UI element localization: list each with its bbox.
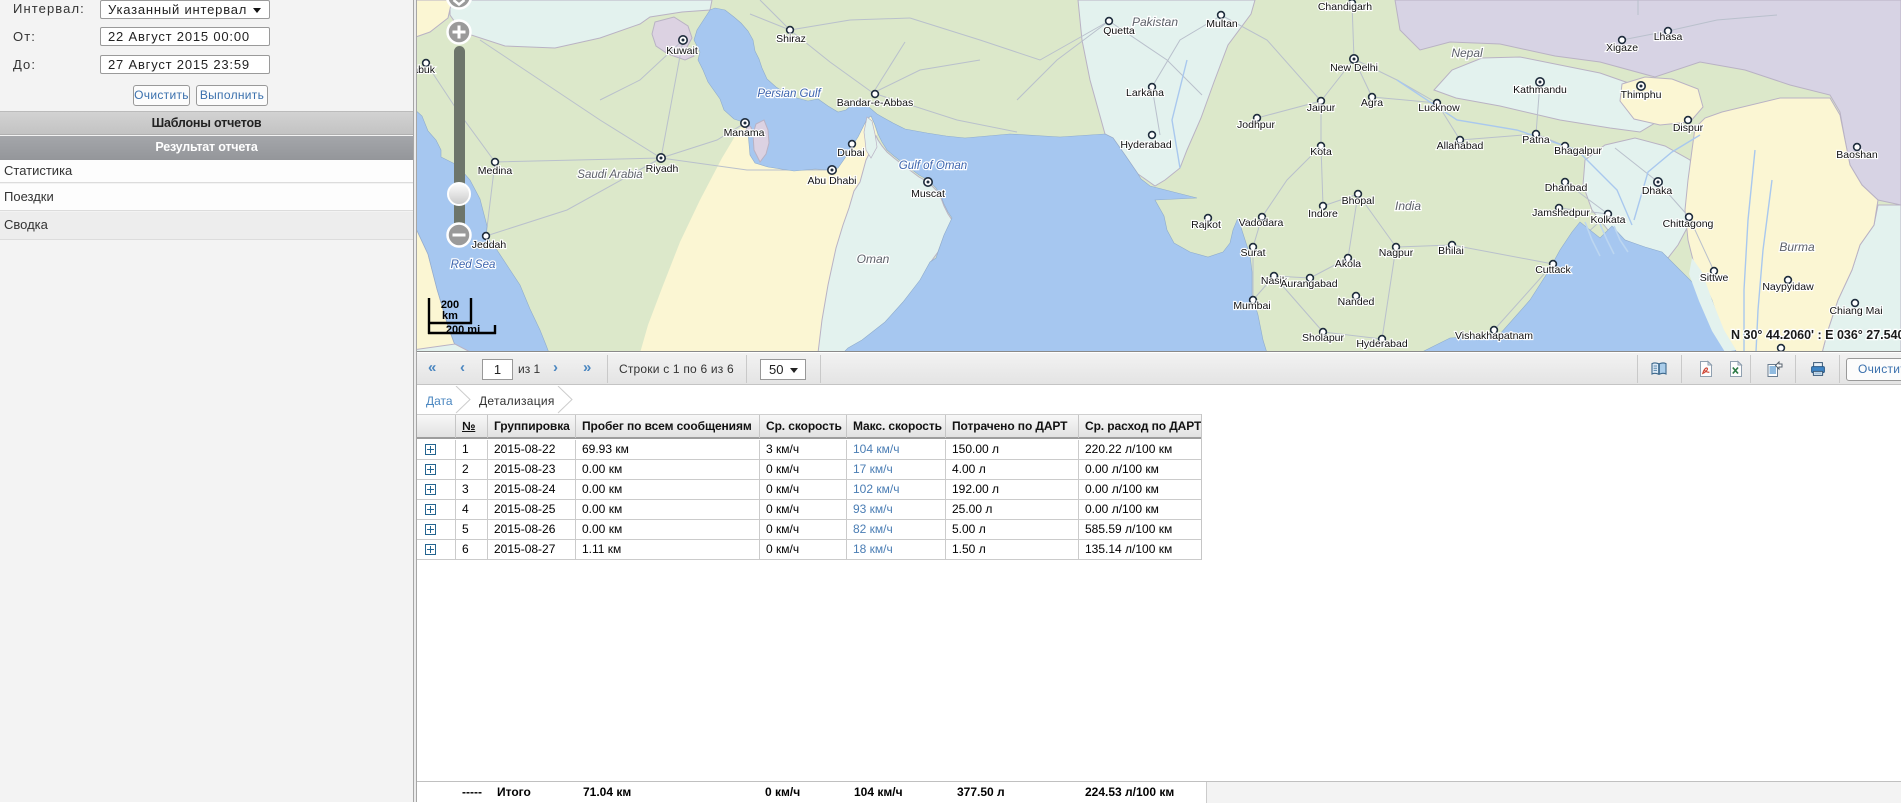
svg-text:Burma: Burma <box>1779 240 1815 254</box>
svg-text:Saudi Arabia: Saudi Arabia <box>577 169 642 181</box>
svg-text:Agra: Agra <box>1361 97 1383 109</box>
svg-text:Gulf of Oman: Gulf of Oman <box>899 160 967 172</box>
svg-text:Naypyidaw: Naypyidaw <box>1762 281 1814 293</box>
svg-text:N 30° 44.2060' : E 036° 27.540: N 30° 44.2060' : E 036° 27.540 <box>1731 328 1901 342</box>
svg-text:Mumbai: Mumbai <box>1233 300 1270 312</box>
svg-text:Patna: Patna <box>1522 134 1550 146</box>
svg-text:Jeddah: Jeddah <box>472 239 507 251</box>
svg-text:Sholapur: Sholapur <box>1302 332 1345 344</box>
svg-text:Dhanbad: Dhanbad <box>1545 182 1588 194</box>
svg-text:Multan: Multan <box>1206 18 1238 30</box>
svg-text:Dhaka: Dhaka <box>1642 185 1673 197</box>
svg-text:Cuttack: Cuttack <box>1535 264 1571 276</box>
svg-text:Abu Dhabi: Abu Dhabi <box>807 175 856 187</box>
svg-text:Tabuk: Tabuk <box>417 64 436 76</box>
svg-text:Nepal: Nepal <box>1451 46 1483 60</box>
svg-text:Bhilai: Bhilai <box>1438 245 1464 257</box>
svg-text:Jaipur: Jaipur <box>1307 102 1336 114</box>
svg-text:Rajkot: Rajkot <box>1191 219 1221 231</box>
svg-text:Hyderabad: Hyderabad <box>1120 139 1172 151</box>
svg-text:Bandar-e-Abbas: Bandar-e-Abbas <box>837 97 913 109</box>
svg-text:Kuwait: Kuwait <box>666 45 698 57</box>
svg-text:Dispur: Dispur <box>1673 122 1704 134</box>
svg-text:Vishakhapatnam: Vishakhapatnam <box>1455 330 1533 342</box>
svg-text:Allahabad: Allahabad <box>1437 140 1484 152</box>
svg-text:Thimphu: Thimphu <box>1621 89 1662 101</box>
svg-text:Bhopal: Bhopal <box>1342 195 1375 207</box>
svg-text:Hyderabad: Hyderabad <box>1356 338 1408 350</box>
svg-text:Oman: Oman <box>857 252 890 266</box>
svg-text:Shiraz: Shiraz <box>776 33 806 45</box>
svg-text:Aurangabad: Aurangabad <box>1280 278 1337 290</box>
svg-text:Pakistan: Pakistan <box>1132 15 1178 29</box>
svg-text:Surat: Surat <box>1240 247 1265 259</box>
svg-text:200 mi: 200 mi <box>446 324 480 336</box>
svg-text:Jodhpur: Jodhpur <box>1237 119 1275 131</box>
svg-text:Nanded: Nanded <box>1338 296 1375 308</box>
svg-text:Red Sea: Red Sea <box>451 259 496 271</box>
svg-text:Lhasa: Lhasa <box>1654 31 1683 43</box>
svg-text:Persian Gulf: Persian Gulf <box>757 88 822 100</box>
svg-text:Vadodara: Vadodara <box>1239 217 1284 229</box>
svg-text:Muscat: Muscat <box>911 188 945 200</box>
svg-text:Kota: Kota <box>1310 146 1332 158</box>
svg-text:Kolkata: Kolkata <box>1590 214 1625 226</box>
svg-text:India: India <box>1395 199 1421 213</box>
svg-text:Riyadh: Riyadh <box>646 163 679 175</box>
svg-text:Dubai: Dubai <box>837 147 864 159</box>
svg-text:Chiang Mai: Chiang Mai <box>1829 305 1882 317</box>
svg-text:Kathmandu: Kathmandu <box>1513 84 1567 96</box>
svg-text:Baoshan: Baoshan <box>1836 149 1878 161</box>
svg-text:Xigaze: Xigaze <box>1606 42 1638 54</box>
svg-text:Nagpur: Nagpur <box>1379 247 1414 259</box>
svg-text:Sittwe: Sittwe <box>1700 272 1729 284</box>
svg-text:Akola: Akola <box>1335 258 1361 270</box>
svg-text:Larkana: Larkana <box>1126 87 1164 99</box>
svg-text:Chandigarh: Chandigarh <box>1318 1 1372 13</box>
svg-text:Quetta: Quetta <box>1103 25 1135 37</box>
svg-text:Chittagong: Chittagong <box>1663 218 1714 230</box>
svg-text:Bhagalpur: Bhagalpur <box>1554 145 1602 157</box>
svg-text:New Delhi: New Delhi <box>1330 62 1378 74</box>
svg-text:Jamshedpur: Jamshedpur <box>1532 207 1590 219</box>
svg-text:km: km <box>442 310 458 322</box>
svg-text:Lucknow: Lucknow <box>1418 102 1460 114</box>
svg-text:Medina: Medina <box>478 165 513 177</box>
svg-text:Manama: Manama <box>724 127 765 139</box>
svg-text:Indore: Indore <box>1308 208 1338 220</box>
